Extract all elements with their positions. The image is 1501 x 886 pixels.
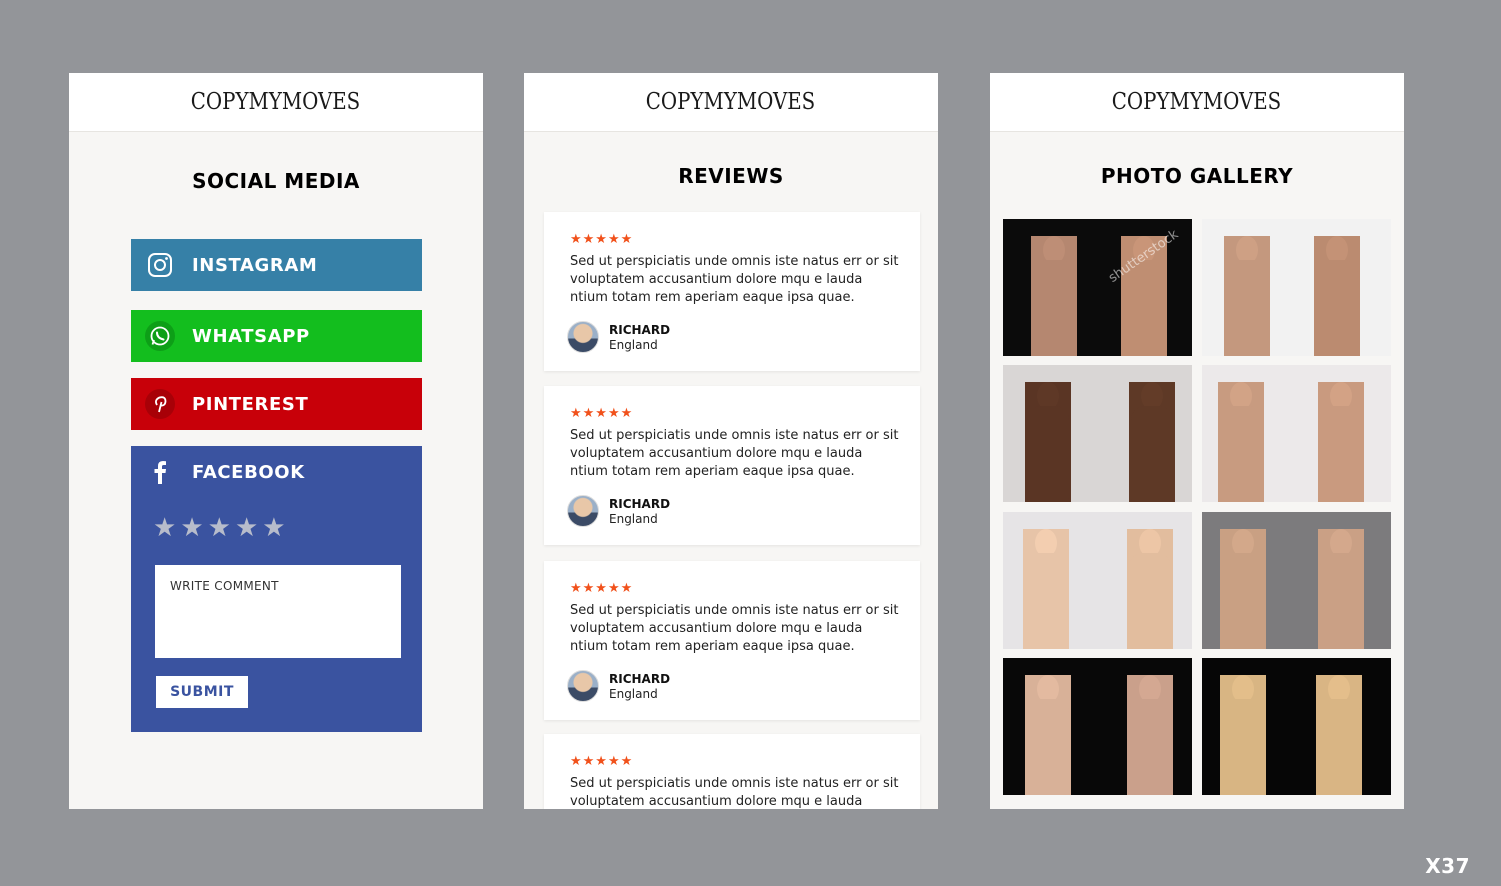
whatsapp-button[interactable]: WHATSAPP bbox=[131, 310, 422, 362]
app-header: COPYMYMOVES bbox=[69, 73, 483, 132]
logo[interactable]: COPYMYMOVES bbox=[1112, 89, 1281, 115]
app-header: COPYMYMOVES bbox=[524, 73, 938, 132]
star-icon[interactable]: ★ bbox=[235, 515, 258, 541]
screen-count-badge: X37 bbox=[1425, 854, 1470, 878]
pinterest-icon bbox=[145, 389, 175, 419]
reviewer-location: England bbox=[609, 687, 658, 701]
review-text: Sed ut perspiciatis unde omnis iste natu… bbox=[570, 776, 899, 809]
page-title: PHOTO GALLERY bbox=[1100, 164, 1294, 188]
pinterest-button[interactable]: PINTEREST bbox=[131, 378, 422, 430]
logo[interactable]: COPYMYMOVES bbox=[646, 89, 815, 115]
star-icon[interactable]: ★ bbox=[153, 515, 176, 541]
gallery-photo[interactable] bbox=[1003, 365, 1192, 502]
avatar bbox=[567, 321, 599, 353]
reviewer-name: RICHARD bbox=[609, 672, 671, 686]
pinterest-label: PINTEREST bbox=[192, 393, 309, 415]
review-text: Sed ut perspiciatis unde omnis iste natu… bbox=[570, 603, 899, 654]
rating-stars[interactable]: ★ ★ ★ ★ ★ bbox=[153, 515, 286, 541]
review-stars: ★★★★★ bbox=[570, 754, 634, 769]
facebook-icon bbox=[145, 457, 175, 487]
gallery-photo[interactable] bbox=[1202, 219, 1391, 356]
review-card: ★★★★★ Sed ut perspiciatis unde omnis ist… bbox=[544, 734, 920, 809]
reviewer-location: England bbox=[609, 512, 658, 526]
whatsapp-icon bbox=[145, 321, 175, 351]
avatar bbox=[567, 495, 599, 527]
review-stars: ★★★★★ bbox=[570, 406, 634, 421]
review-stars: ★★★★★ bbox=[570, 232, 634, 247]
facebook-label: FACEBOOK bbox=[192, 461, 305, 483]
gallery-photo[interactable] bbox=[1202, 658, 1391, 795]
social-media-screen: COPYMYMOVES SOCIAL MEDIA INSTAGRAM WHATS… bbox=[69, 73, 483, 809]
review-stars: ★★★★★ bbox=[570, 581, 634, 596]
review-text: Sed ut perspiciatis unde omnis iste natu… bbox=[570, 428, 899, 479]
star-icon[interactable]: ★ bbox=[208, 515, 231, 541]
instagram-icon bbox=[145, 250, 175, 280]
reviewer-name: RICHARD bbox=[609, 323, 671, 337]
avatar bbox=[567, 670, 599, 702]
review-card: ★★★★★ Sed ut perspiciatis unde omnis ist… bbox=[544, 212, 920, 371]
instagram-button[interactable]: INSTAGRAM bbox=[131, 239, 422, 291]
logo[interactable]: COPYMYMOVES bbox=[191, 89, 360, 115]
page-title: REVIEWS bbox=[678, 164, 784, 188]
page-title: SOCIAL MEDIA bbox=[192, 169, 360, 193]
comment-textarea[interactable]: WRITE COMMENT bbox=[155, 565, 401, 658]
gallery-photo[interactable] bbox=[1003, 512, 1192, 649]
review-card: ★★★★★ Sed ut perspiciatis unde omnis ist… bbox=[544, 561, 920, 720]
gallery-photo[interactable]: shutterstock bbox=[1003, 219, 1192, 356]
gallery-photo[interactable] bbox=[1003, 658, 1192, 795]
submit-button[interactable]: SUBMIT bbox=[156, 676, 248, 708]
reviews-screen: COPYMYMOVES REVIEWS ★★★★★ Sed ut perspic… bbox=[524, 73, 938, 809]
app-header: COPYMYMOVES bbox=[990, 73, 1404, 132]
star-icon[interactable]: ★ bbox=[180, 515, 203, 541]
facebook-comment-panel: ★ ★ ★ ★ ★ WRITE COMMENT SUBMIT bbox=[131, 498, 422, 732]
reviewer-name: RICHARD bbox=[609, 497, 671, 511]
review-text: Sed ut perspiciatis unde omnis iste natu… bbox=[570, 254, 899, 305]
gallery-photo[interactable] bbox=[1202, 512, 1391, 649]
whatsapp-label: WHATSAPP bbox=[192, 325, 310, 347]
review-card: ★★★★★ Sed ut perspiciatis unde omnis ist… bbox=[544, 386, 920, 545]
reviewer-location: England bbox=[609, 338, 658, 352]
gallery-photo[interactable] bbox=[1202, 365, 1391, 502]
star-icon[interactable]: ★ bbox=[262, 515, 285, 541]
photo-gallery-screen: COPYMYMOVES PHOTO GALLERY shutterstock bbox=[990, 73, 1404, 809]
comment-placeholder: WRITE COMMENT bbox=[170, 579, 279, 593]
instagram-label: INSTAGRAM bbox=[192, 254, 318, 276]
facebook-button[interactable]: FACEBOOK bbox=[131, 446, 422, 498]
